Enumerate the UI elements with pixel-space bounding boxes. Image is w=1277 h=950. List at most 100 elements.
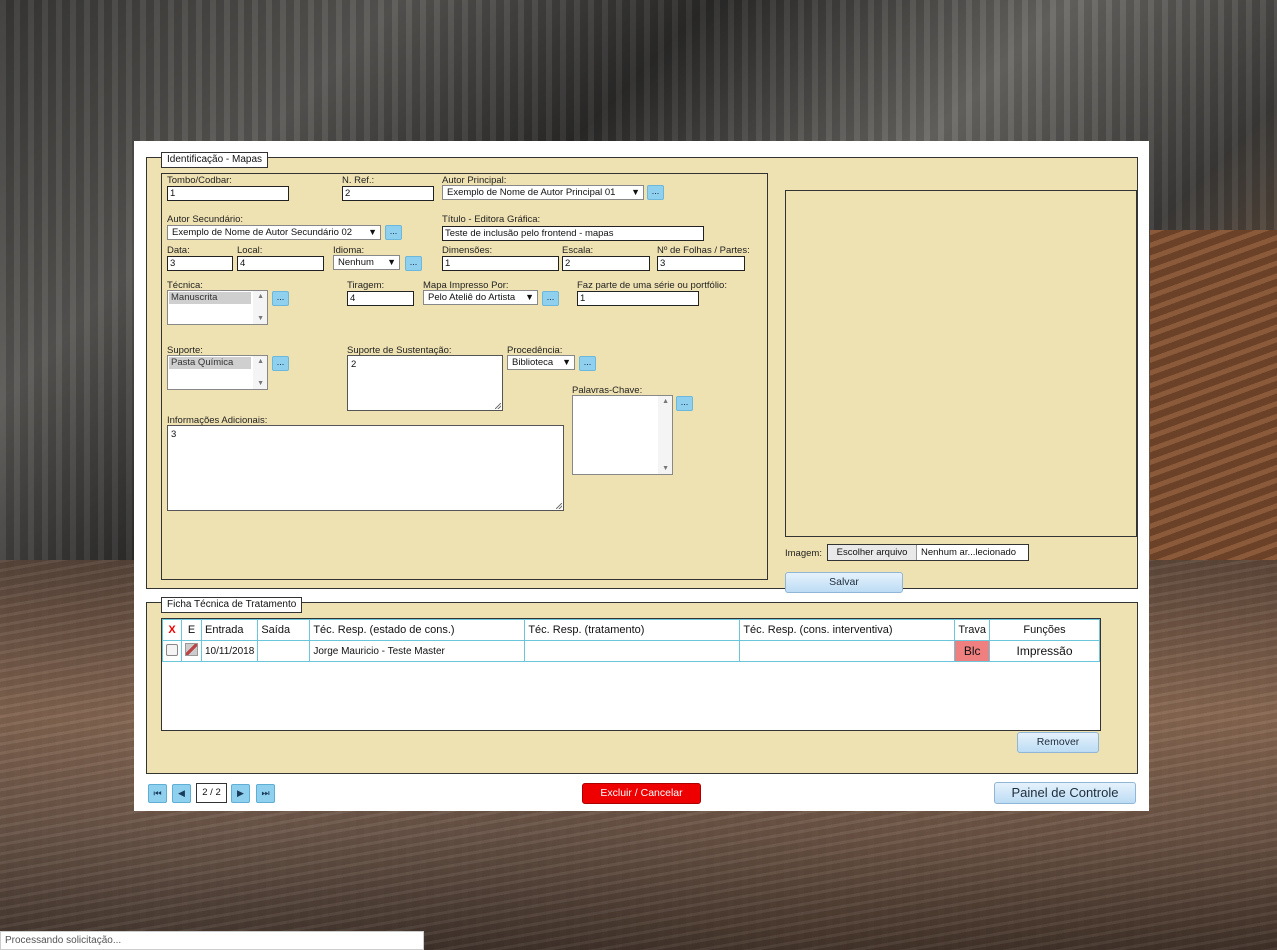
escala-input[interactable]: 2 — [562, 256, 650, 271]
nref-label: N. Ref.: — [342, 175, 375, 186]
tecnica-option[interactable]: Manuscrita — [169, 292, 251, 304]
autor-secundario-label: Autor Secundário: — [167, 214, 244, 225]
folhas-label: Nº de Folhas / Partes: — [657, 245, 750, 256]
procedencia-select[interactable]: Biblioteca ▼ — [507, 355, 575, 370]
scroll-up-icon[interactable]: ▲ — [257, 293, 264, 300]
identificacao-fieldset: Identificação - Mapas Tombo/Codbar: 1 N.… — [146, 152, 1138, 593]
excluir-cancelar-button[interactable]: Excluir / Cancelar — [582, 783, 701, 804]
row-checkbox[interactable] — [166, 643, 178, 656]
scrollbar[interactable] — [658, 396, 672, 474]
imagem-label: Imagem: — [785, 548, 822, 559]
info-adicionais-textarea[interactable]: 3 — [167, 425, 564, 511]
mapa-impresso-select[interactable]: Pelo Ateliê do Artista ▼ — [423, 290, 538, 305]
resize-grip-icon[interactable] — [556, 503, 562, 509]
salvar-button[interactable]: Salvar — [785, 572, 903, 593]
page-indicator: 2 / 2 — [196, 783, 227, 803]
autor-principal-select[interactable]: Exemplo de Nome de Autor Principal 01 ▼ — [442, 185, 644, 200]
col-entrada: Entrada — [200, 619, 259, 641]
suporte-sustentacao-textarea[interactable]: 2 — [347, 355, 503, 411]
palavras-chave-list[interactable]: ▲ ▼ — [572, 395, 673, 475]
next-page-icon: ▶ — [237, 788, 244, 798]
tombo-input[interactable]: 1 — [167, 186, 289, 201]
autor-secundario-select[interactable]: Exemplo de Nome de Autor Secundário 02 ▼ — [167, 225, 381, 240]
local-input[interactable]: 4 — [237, 256, 324, 271]
idioma-value: Nenhum — [338, 257, 374, 268]
row-tratamento — [524, 640, 741, 662]
tiragem-label: Tiragem: — [347, 280, 385, 291]
ficha-fieldset: Ficha Técnica de Tratamento X E Entrada … — [146, 597, 1138, 774]
ficha-legend: Ficha Técnica de Tratamento — [161, 597, 303, 613]
autor-secundario-more-button[interactable]: ... — [385, 225, 402, 240]
info-adicionais-value: 3 — [171, 429, 177, 440]
autor-principal-more-button[interactable]: ... — [647, 185, 664, 200]
palavras-chave-more-button[interactable]: ... — [676, 396, 693, 411]
row-estado: Jorge Mauricio - Teste Master — [309, 640, 526, 662]
tecnica-more-button[interactable]: ... — [272, 291, 289, 306]
chevron-down-icon: ▼ — [368, 227, 377, 237]
serie-label: Faz parte de uma série ou portfólio: — [577, 280, 727, 291]
edit-icon[interactable] — [185, 643, 198, 656]
image-preview — [785, 190, 1137, 537]
painel-controle-button[interactable]: Painel de Controle — [994, 782, 1136, 804]
chevron-down-icon: ▼ — [525, 292, 534, 302]
mapa-impresso-more-button[interactable]: ... — [542, 291, 559, 306]
scroll-up-icon[interactable]: ▲ — [257, 358, 264, 365]
tecnica-list[interactable]: Manuscrita ▲ ▼ — [167, 290, 268, 325]
file-none-text: Nenhum ar...lecionado — [921, 547, 1017, 558]
row-saida — [257, 640, 311, 662]
col-funcoes: Funções — [989, 619, 1100, 641]
prev-page-button[interactable]: ◀ — [172, 784, 191, 803]
col-x: X — [162, 619, 182, 641]
scroll-up-icon[interactable]: ▲ — [662, 398, 669, 405]
resize-grip-icon[interactable] — [495, 403, 501, 409]
tiragem-input[interactable]: 4 — [347, 291, 414, 306]
mapa-impresso-value: Pelo Ateliê do Artista — [428, 292, 516, 303]
last-page-button[interactable]: ⏭ — [256, 784, 275, 803]
dimensoes-input[interactable]: 1 — [442, 256, 559, 271]
status-bar: Processando solicitação... — [0, 931, 424, 950]
chevron-down-icon: ▼ — [562, 357, 571, 367]
suporte-option[interactable]: Pasta Química — [169, 357, 251, 369]
form-box: Tombo/Codbar: 1 N. Ref.: 2 Autor Princip… — [161, 173, 768, 580]
titulo-input[interactable]: Teste de inclusão pelo frontend - mapas — [442, 226, 704, 241]
last-page-icon: ⏭ — [261, 788, 270, 798]
next-page-button[interactable]: ▶ — [231, 784, 250, 803]
first-page-button[interactable]: ⏮ — [148, 784, 167, 803]
data-input[interactable]: 3 — [167, 256, 233, 271]
serie-input[interactable]: 1 — [577, 291, 699, 306]
row-impressao-link[interactable]: Impressão — [989, 640, 1100, 662]
prev-page-icon: ◀ — [178, 788, 185, 798]
tombo-label: Tombo/Codbar: — [167, 175, 232, 186]
scroll-down-icon[interactable]: ▼ — [662, 465, 669, 472]
data-label: Data: — [167, 245, 190, 256]
autor-principal-value: Exemplo de Nome de Autor Principal 01 — [447, 187, 616, 198]
suporte-list[interactable]: Pasta Química ▲ ▼ — [167, 355, 268, 390]
scroll-down-icon[interactable]: ▼ — [257, 380, 264, 387]
col-e: E — [181, 619, 202, 641]
row-checkbox-cell — [162, 640, 182, 662]
escala-label: Escala: — [562, 245, 594, 256]
row-edit-cell — [181, 640, 202, 662]
row-trava-badge[interactable]: Blc — [954, 640, 991, 662]
background-wood-right — [1150, 230, 1277, 560]
col-estado: Téc. Resp. (estado de cons.) — [309, 619, 526, 641]
suporte-more-button[interactable]: ... — [272, 356, 289, 371]
local-label: Local: — [237, 245, 263, 256]
table-row: 10/11/2018 Jorge Mauricio - Teste Master… — [162, 640, 1100, 662]
titulo-label: Título - Editora Gráfica: — [442, 214, 541, 225]
choose-file-button[interactable]: Escolher arquivo — [828, 545, 917, 560]
scroll-down-icon[interactable]: ▼ — [257, 315, 264, 322]
folhas-input[interactable]: 3 — [657, 256, 745, 271]
idioma-more-button[interactable]: ... — [405, 256, 422, 271]
file-input[interactable]: Escolher arquivo Nenhum ar...lecionado — [827, 544, 1029, 561]
procedencia-more-button[interactable]: ... — [579, 356, 596, 371]
row-interventiva — [739, 640, 956, 662]
col-trava: Trava — [954, 619, 991, 641]
remover-button[interactable]: Remover — [1017, 732, 1099, 753]
table-header-row: X E Entrada Saída Téc. Resp. (estado de … — [162, 619, 1100, 641]
ficha-table: X E Entrada Saída Téc. Resp. (estado de … — [162, 619, 1100, 662]
autor-secundario-value: Exemplo de Nome de Autor Secundário 02 — [172, 227, 353, 238]
main-panel: Identificação - Mapas Tombo/Codbar: 1 N.… — [134, 141, 1149, 811]
nref-input[interactable]: 2 — [342, 186, 434, 201]
idioma-select[interactable]: Nenhum ▼ — [333, 255, 400, 270]
